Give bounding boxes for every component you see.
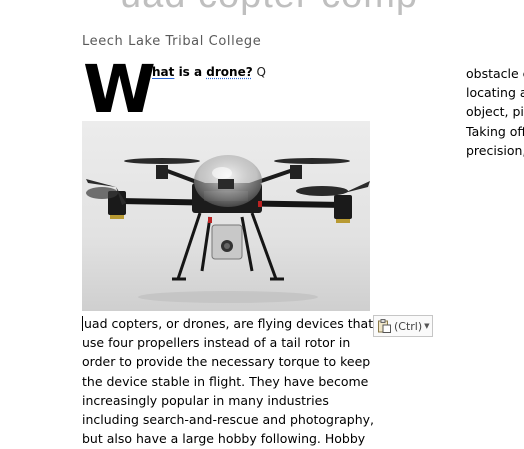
body-line: order to provide the necessary torque to… [82,354,371,370]
paste-options-label: (Ctrl) [394,319,423,333]
heading-word-is-a: is a [174,65,207,79]
right-column-line: Taking off [466,123,524,139]
document-page: uad copter comp Leech Lake Tribal Colleg… [0,0,524,449]
body-line: increasingly popular in many industries [82,392,329,408]
drone-photo[interactable] [82,121,370,311]
drone-image [82,121,370,311]
body-line: use four propellers instead of a tail ro… [82,335,351,351]
heading-word-drone: drone? [206,65,253,79]
body-line: including search-and-rescue and photogra… [82,412,374,428]
body-line: but also have a large hobby following. H… [82,431,366,447]
section-heading: hat is a drone? Q [152,65,266,79]
body-line-text: uad copters, or drones, are flying devic… [84,316,374,331]
right-column-line: obstacle c [466,66,524,81]
document-subtitle: Leech Lake Tribal College [82,34,262,49]
right-column-text[interactable]: obstacle c locating a object, pic Taking… [466,64,524,160]
body-line: the device stable in flight. They have b… [82,373,369,389]
heading-trailing-text: Q [252,65,266,79]
dropdown-arrow-icon: ▼ [424,322,430,330]
heading-word-hat: hat [152,65,175,79]
document-title: uad copter comp [120,0,418,17]
body-line: uad copters, or drones, are flying devic… [82,314,374,333]
right-column-line: object, pic [466,104,524,120]
paste-options-button[interactable]: (Ctrl) ▼ [373,315,433,337]
right-column-line: locating a [466,85,524,101]
clipboard-paste-icon [378,319,391,333]
drop-cap-letter: W [83,51,156,128]
text-cursor [82,316,83,331]
right-column-line: precision, [466,142,524,158]
body-paragraph[interactable]: uad copters, or drones, are flying devic… [82,314,374,448]
